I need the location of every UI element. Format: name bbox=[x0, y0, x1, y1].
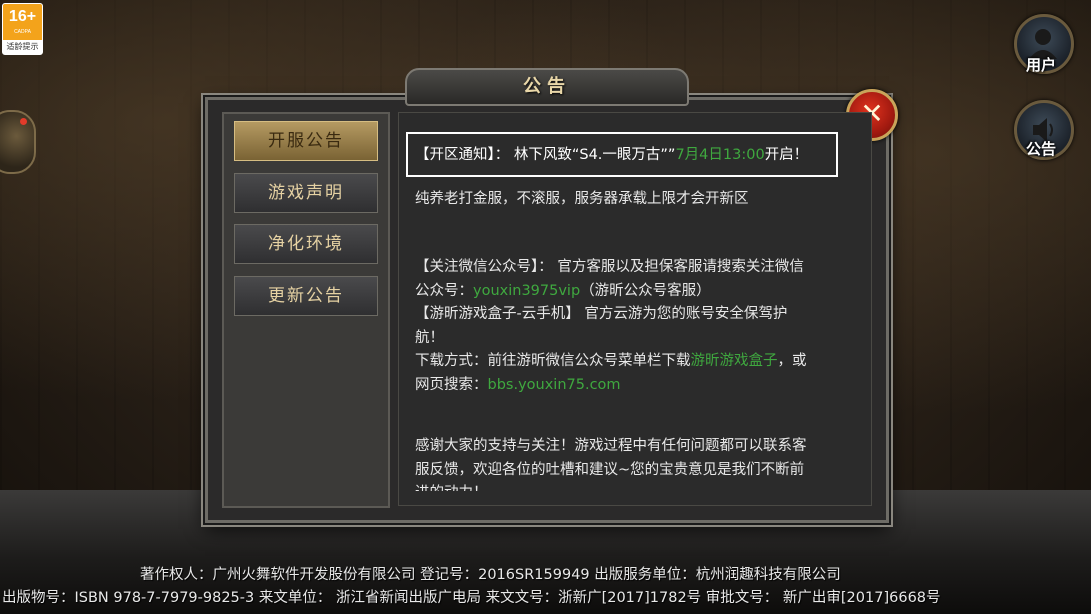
tab-server-open[interactable]: 开服公告 bbox=[234, 121, 378, 161]
tab-update-notice[interactable]: 更新公告 bbox=[234, 276, 378, 316]
age-rating-warning: 适龄提示 bbox=[3, 40, 42, 54]
age-rating-number: 16+ bbox=[8, 8, 37, 25]
thanks-line2: 服反馈，欢迎各位的吐槽和建议~您的宝贵意见是我们不断前 bbox=[415, 461, 805, 478]
tab-clean-environment[interactable]: 净化环境 bbox=[234, 224, 378, 264]
user-button-label: 用户 bbox=[1025, 56, 1056, 74]
cloud-line2: 航！ bbox=[415, 329, 444, 346]
notice-prefix: 【开区通知】： 林下风致“S4.一眼万古”” bbox=[415, 147, 676, 163]
age-rating-badge: 16+ CADPA 适龄提示 bbox=[2, 3, 43, 55]
cloud-line1: 【游昕游戏盒子-云手机】 官方云游为您的账号安全保驾护 bbox=[415, 306, 788, 322]
notice-button-label: 公告 bbox=[1025, 140, 1056, 158]
dialog-title: 公告 bbox=[523, 76, 571, 97]
download-label: 下载方式：前往游昕微信公众号菜单栏下载 bbox=[415, 353, 691, 369]
wechat-note: （游昕公众号客服） bbox=[580, 282, 711, 299]
notice-time: 7月4日13:00 bbox=[675, 147, 765, 163]
server-description: 纯养老打金服，不滚服，服务器承载上限才会开新区 bbox=[415, 191, 749, 207]
wechat-account: youxin3975vip bbox=[473, 282, 581, 299]
server-open-notice: 【开区通知】： 林下风致“S4.一眼万古””7月4日13:00开启！ bbox=[415, 143, 845, 164]
download-line2: 网页搜索：bbs.youxin75.com bbox=[415, 374, 855, 398]
wechat-line2: 公众号：youxin3975vip（游昕公众号客服） bbox=[415, 280, 855, 304]
copyright-row-1: 著作权人：广州火舞软件开发股份有限公司 登记号：2016SR159949 出版服… bbox=[140, 567, 841, 583]
age-rating-org: CADPA bbox=[14, 29, 31, 35]
notice-suffix: 开启！ bbox=[764, 147, 809, 163]
copyright-row-2: 出版物号：ISBN 978-7-7979-9825-3 来文单位： 浙江省新闻出… bbox=[2, 590, 941, 606]
web-search-label: 网页搜索： bbox=[415, 376, 488, 393]
wechat-line1: 【关注微信公众号】： 官方客服以及担保客服请搜索关注微信 bbox=[415, 259, 804, 275]
thanks-section: 感谢大家的支持与关注！游戏过程中有任何问题都可以联系客 服反馈，欢迎各位的吐槽和… bbox=[415, 435, 855, 491]
download-line1: 下载方式：前往游昕微信公众号菜单栏下载游昕游戏盒子，或 bbox=[415, 350, 855, 374]
wechat-section: 【关注微信公众号】： 官方客服以及担保客服请搜索关注微信 公众号：youxin3… bbox=[415, 256, 855, 397]
thanks-line1: 感谢大家的支持与关注！游戏过程中有任何问题都可以联系客 bbox=[415, 438, 807, 454]
game-box-link[interactable]: 游昕游戏盒子 bbox=[691, 353, 778, 369]
side-event-icon[interactable] bbox=[0, 110, 36, 174]
notification-dot bbox=[20, 118, 27, 125]
download-suffix: ，或 bbox=[777, 353, 807, 369]
forum-link[interactable]: bbs.youxin75.com bbox=[488, 377, 621, 393]
thanks-line3: 进的动力！ bbox=[415, 482, 855, 491]
wechat-label: 公众号： bbox=[415, 282, 473, 299]
tab-game-statement[interactable]: 游戏声明 bbox=[234, 173, 378, 213]
